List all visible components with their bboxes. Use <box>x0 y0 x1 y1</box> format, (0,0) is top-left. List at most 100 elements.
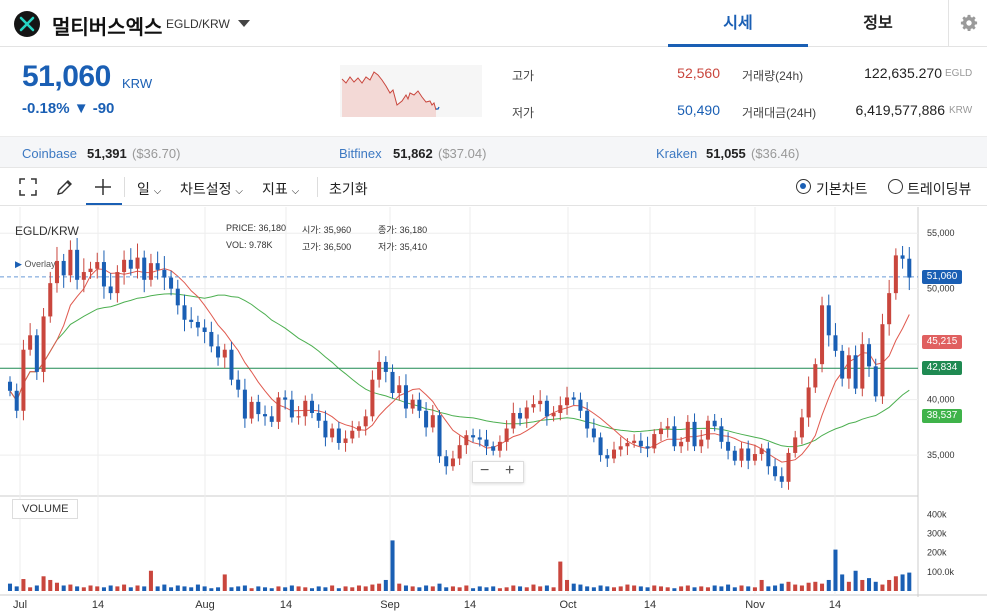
volume-bar <box>236 586 241 591</box>
price-tag: 51,060 <box>922 269 962 284</box>
volume-bar <box>638 586 643 591</box>
pencil-icon[interactable] <box>55 177 75 197</box>
candle-body <box>242 389 247 419</box>
volume-bar <box>611 587 617 591</box>
candle-body <box>840 350 845 379</box>
tab-info[interactable]: 정보 <box>808 0 948 47</box>
exchange-price-kraken: 51,055 <box>706 146 746 161</box>
volume-bar <box>122 584 127 591</box>
candle-body <box>75 249 80 280</box>
zoom-out-button[interactable]: − <box>480 462 489 480</box>
candle-body <box>752 454 757 461</box>
candle-body <box>323 420 328 438</box>
candlestick-chart[interactable]: Jul 14 Aug 14 Sep 14 Oct 14 Nov 14 55,000 50,000 45,… <box>0 207 987 615</box>
basic-chart-label[interactable]: 기본차트 <box>816 179 868 199</box>
exchange-name-kraken[interactable]: Kraken <box>656 146 697 161</box>
settings-button[interactable] <box>948 0 987 47</box>
candle-body <box>873 366 878 397</box>
candle-body <box>719 426 724 442</box>
tab-quotes[interactable]: 시세 <box>668 0 808 47</box>
volume-label: 거래량(24h) <box>742 69 804 83</box>
volume-bar <box>679 586 684 591</box>
amount-unit: KRW <box>949 105 973 116</box>
candle-body <box>779 476 784 482</box>
volume-24h: 122,635.270 <box>864 65 942 81</box>
indicators-select[interactable]: 지표 ⌵ <box>262 179 299 199</box>
candle-body <box>759 448 764 455</box>
exchange-name-bitfinex[interactable]: Bitfinex <box>339 146 382 161</box>
price-change: -0.18% ▼ -90 <box>22 100 114 117</box>
volume-bar <box>645 587 650 591</box>
candle-body <box>464 435 469 446</box>
volume-bar <box>558 561 563 591</box>
high-label: 고가 <box>512 69 535 83</box>
volume-bar <box>390 540 395 591</box>
basic-chart-radio[interactable] <box>796 179 811 194</box>
chart-toolbar: 일 ⌵ 차트설정 ⌵ 지표 ⌵ 초기화 기본차트 트레이딩뷰 <box>0 168 987 206</box>
x-tick-label: Jul <box>13 599 27 611</box>
zoom-in-button[interactable]: + <box>505 462 514 480</box>
candle-body <box>444 456 449 467</box>
volume-bar <box>585 586 590 591</box>
candle-body <box>34 335 39 372</box>
legend-open-value: 35,960 <box>323 225 352 235</box>
period-label: 일 <box>137 181 150 197</box>
exchange-prices: Coinbase 51,391 ($36.70) Bitfinex 51,862… <box>0 136 987 168</box>
candle-body <box>135 257 140 269</box>
tradingview-label[interactable]: 트레이딩뷰 <box>907 179 971 199</box>
crosshair-icon[interactable] <box>93 177 113 197</box>
candle-body <box>598 437 603 456</box>
coin-select-chevron-down-icon[interactable] <box>238 20 250 27</box>
volume-bar <box>571 583 576 591</box>
candle-body <box>632 440 637 443</box>
candle-body <box>605 455 610 459</box>
candle-body <box>658 428 663 435</box>
candle-body <box>611 449 617 459</box>
x-tick-label: 14 <box>829 599 841 611</box>
candle-body <box>296 416 301 418</box>
candle-body <box>732 450 737 461</box>
volume-bar <box>591 587 596 591</box>
indicators-chevron-down-icon: ⌵ <box>291 186 300 197</box>
price-tag: 42,834 <box>922 361 962 376</box>
candle-body <box>249 401 254 419</box>
volume-tick-label: 200k <box>927 548 947 558</box>
candle-body <box>565 397 570 406</box>
candle-body <box>471 435 476 438</box>
volume-bar <box>652 585 657 591</box>
legend-low: 저가: 35,410 <box>378 240 427 253</box>
fullscreen-icon[interactable] <box>18 177 38 197</box>
coin-name: 멀티버스엑스 <box>52 17 163 39</box>
chart-canvas[interactable]: Jul 14 Aug 14 Sep 14 Oct 14 Nov 14 55,000 50,000 45,… <box>0 207 987 615</box>
candle-body <box>679 441 684 447</box>
candle-body <box>175 288 180 306</box>
chart-settings-select[interactable]: 차트설정 ⌵ <box>180 179 243 199</box>
chart-background <box>0 207 987 615</box>
candle-body <box>571 397 576 400</box>
reset-button[interactable]: 초기화 <box>329 179 368 199</box>
candle-body <box>182 305 187 320</box>
candle-body <box>41 316 46 372</box>
volume-tick-label: 300k <box>927 529 947 539</box>
period-select[interactable]: 일 ⌵ <box>137 179 161 199</box>
candle-body <box>853 355 858 389</box>
candle-body <box>370 379 375 417</box>
period-chevron-down-icon: ⌵ <box>153 186 162 197</box>
candle-body <box>216 346 221 358</box>
volume-bar <box>209 588 214 591</box>
volume-bar <box>350 587 355 591</box>
exchange-name-coinbase[interactable]: Coinbase <box>22 146 77 161</box>
tradingview-radio[interactable] <box>888 179 903 194</box>
volume-bar <box>793 584 798 591</box>
candle-body <box>887 293 892 325</box>
y-tick-label: 35,000 <box>927 450 955 460</box>
candle-body <box>893 255 898 294</box>
candle-body <box>484 439 489 447</box>
volume-bar <box>618 586 623 591</box>
overlay-toggle[interactable]: ▶ Overlay <box>15 259 55 270</box>
candle-body <box>813 364 818 388</box>
volume-bar <box>692 587 697 591</box>
volume-bar <box>142 586 147 591</box>
volume-bar <box>397 583 402 591</box>
candle-body <box>128 259 133 269</box>
